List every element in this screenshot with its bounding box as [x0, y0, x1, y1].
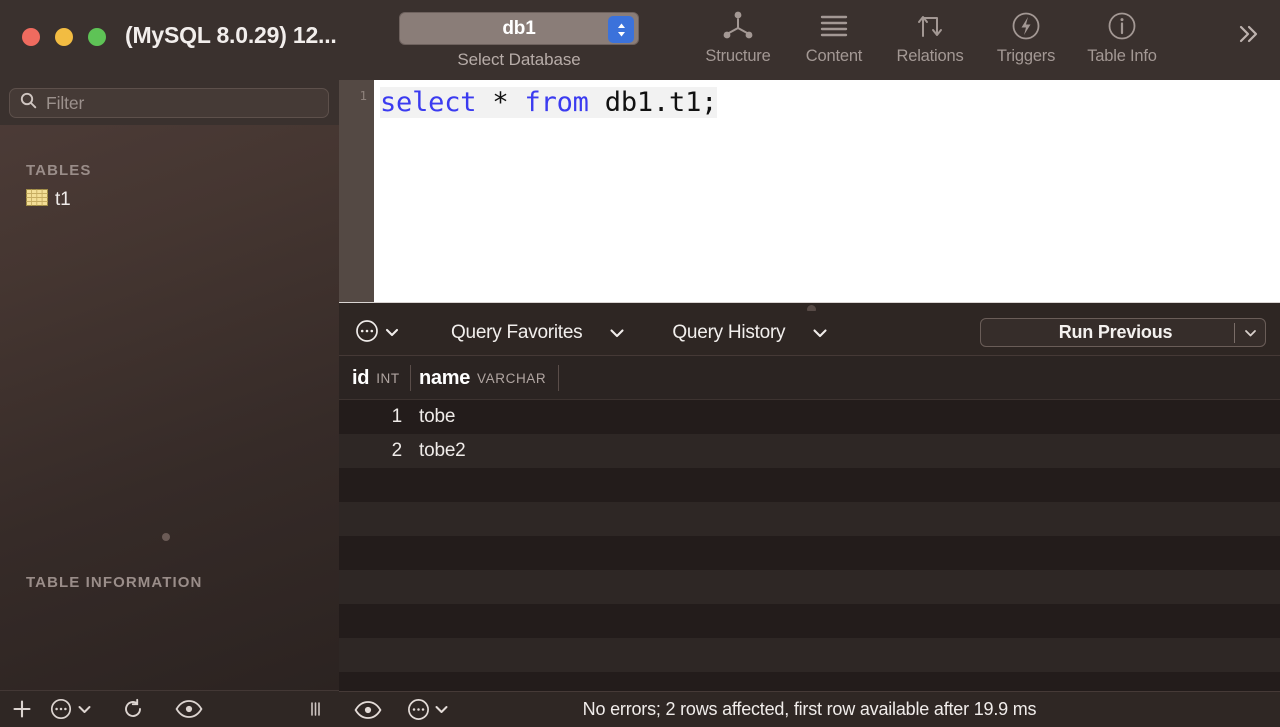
sql-keyword-select: select — [380, 87, 477, 118]
column-header-type: INT — [376, 370, 400, 386]
table-row-empty — [339, 604, 1280, 638]
toolbar-item-structure[interactable]: Structure — [690, 8, 786, 66]
toolbar-items: Structure Content Relations Triggers Tab… — [690, 8, 1170, 66]
resize-handle-icon[interactable] — [303, 691, 327, 727]
cell-name[interactable]: tobe2 — [419, 434, 466, 468]
eye-icon[interactable] — [351, 700, 385, 720]
toolbar-item-label: Table Info — [1087, 47, 1157, 65]
search-icon — [20, 92, 37, 114]
ellipsis-circle-icon[interactable] — [405, 698, 431, 721]
toolbar-item-relations[interactable]: Relations — [882, 8, 978, 66]
sql-table-reference: db1.t1; — [588, 87, 718, 118]
traffic-lights — [0, 0, 106, 46]
run-previous-button[interactable]: Run Previous — [980, 318, 1266, 347]
sidebar-splitter[interactable] — [0, 533, 339, 541]
toolbar-item-content[interactable]: Content — [786, 8, 882, 66]
sidebar-bottom-toolbar — [0, 690, 339, 727]
chevron-down-icon[interactable] — [431, 705, 451, 714]
database-select-caption: Select Database — [457, 50, 581, 69]
chevron-down-icon[interactable] — [1235, 329, 1265, 337]
column-divider[interactable] — [558, 365, 559, 391]
table-row-empty — [339, 502, 1280, 536]
zoom-window-button[interactable] — [88, 28, 106, 46]
table-row-empty — [339, 638, 1280, 672]
table-info-icon — [1105, 8, 1139, 44]
sidebar-splitter-handle[interactable] — [162, 533, 170, 541]
triggers-icon — [1009, 8, 1043, 44]
editor-results-splitter[interactable] — [339, 302, 1280, 314]
sql-keyword-from: from — [524, 87, 589, 118]
query-actions-button[interactable] — [355, 319, 399, 348]
ellipsis-circle-icon — [355, 319, 379, 348]
database-select-value: db1 — [502, 17, 536, 39]
sql-editor[interactable]: 1 select * from db1.t1; — [339, 80, 1280, 302]
column-header-name: id — [352, 366, 370, 389]
search-input-placeholder: Filter — [46, 92, 85, 113]
relations-icon — [913, 8, 947, 44]
column-divider[interactable] — [410, 365, 411, 391]
table-row-empty — [339, 536, 1280, 570]
database-selector-group: db1 Select Database — [399, 12, 639, 70]
query-history-chevron[interactable] — [812, 328, 828, 338]
toolbar-item-label: Structure — [705, 47, 771, 65]
search-input[interactable]: Filter — [9, 88, 329, 118]
chevron-down-icon — [385, 324, 399, 342]
query-favorites-label[interactable]: Query Favorites — [451, 322, 583, 344]
toolbar-item-table-info[interactable]: Table Info — [1074, 8, 1170, 66]
double-chevron-right-icon[interactable] — [1228, 16, 1268, 52]
toolbar-item-label: Content — [805, 47, 863, 65]
results-grid[interactable]: id INT name VARCHAR 1 tobe 2 tobe2 — [339, 356, 1280, 691]
editor-query-line: select * from db1.t1; — [380, 87, 717, 118]
run-previous-label: Run Previous — [1058, 322, 1173, 342]
chevron-down-icon[interactable] — [74, 691, 94, 727]
sidebar-item-table-label: t1 — [55, 189, 71, 210]
database-select[interactable]: db1 — [399, 12, 639, 45]
column-header-name-col[interactable]: name VARCHAR — [419, 356, 546, 400]
cell-name[interactable]: tobe — [419, 400, 455, 434]
window-title: (MySQL 8.0.29) 12... — [125, 22, 337, 48]
sidebar-section-tables-label: TABLES — [26, 162, 92, 179]
editor-code-area[interactable]: select * from db1.t1; — [374, 80, 1280, 302]
table-row-empty — [339, 468, 1280, 502]
cell-id[interactable]: 2 — [339, 434, 410, 468]
column-header-id[interactable]: id INT — [352, 356, 400, 400]
table-row[interactable]: 2 tobe2 — [339, 434, 1280, 468]
cell-id[interactable]: 1 — [339, 400, 410, 434]
filter-area: Filter — [0, 80, 339, 125]
content-icon — [817, 8, 851, 44]
column-header-type: VARCHAR — [477, 370, 547, 386]
sql-star: * — [476, 87, 525, 118]
status-message: No errors; 2 rows affected, first row av… — [582, 699, 1037, 719]
sidebar: Filter TABLES t1 TABLE INFORMATION — [0, 80, 339, 727]
sidebar-section-table-information-label: TABLE INFORMATION — [26, 574, 203, 591]
minimize-window-button[interactable] — [55, 28, 73, 46]
stepper-updown-icon[interactable] — [608, 16, 634, 43]
toolbar-item-label: Relations — [896, 47, 964, 65]
query-toolbar: Query Favorites Query History Run Previo… — [339, 311, 1280, 356]
toolbar-item-label: Triggers — [996, 47, 1056, 65]
column-header-name: name — [419, 366, 471, 389]
editor-gutter: 1 — [339, 80, 374, 302]
results-header-row: id INT name VARCHAR — [339, 356, 1280, 400]
table-row-empty — [339, 570, 1280, 604]
status-bar: No errors; 2 rows affected, first row av… — [339, 691, 1280, 727]
table-grid-icon — [26, 189, 48, 211]
plus-icon[interactable] — [6, 691, 38, 727]
table-row-empty — [339, 672, 1280, 691]
close-window-button[interactable] — [22, 28, 40, 46]
ellipsis-circle-icon[interactable] — [48, 691, 74, 727]
query-favorites-chevron[interactable] — [609, 328, 625, 338]
structure-icon — [721, 8, 755, 44]
editor-line-number: 1 — [359, 88, 367, 103]
toolbar-item-triggers[interactable]: Triggers — [978, 8, 1074, 66]
sidebar-item-table-t1[interactable]: t1 — [0, 179, 339, 211]
table-row[interactable]: 1 tobe — [339, 400, 1280, 434]
refresh-icon[interactable] — [118, 691, 148, 727]
sequel-pro-window: (MySQL 8.0.29) 12... db1 Select Database — [0, 0, 1280, 727]
eye-icon[interactable] — [172, 691, 206, 727]
query-history-label[interactable]: Query History — [672, 322, 785, 344]
